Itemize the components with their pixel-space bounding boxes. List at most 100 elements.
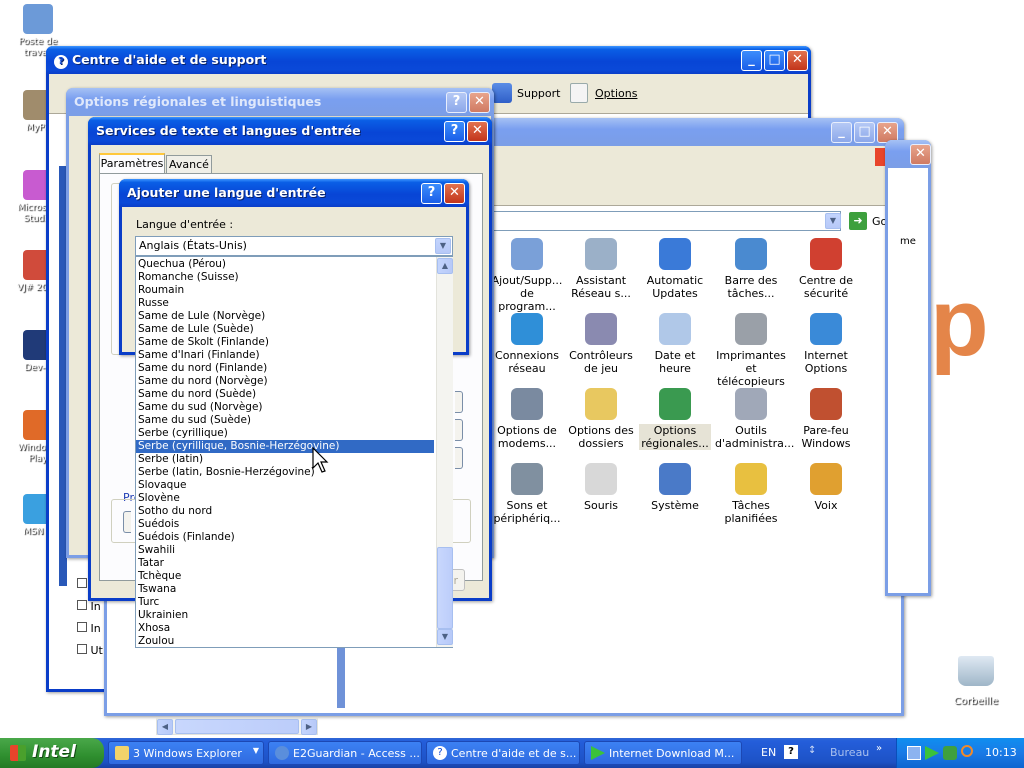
language-indicator[interactable]: EN <box>761 746 776 759</box>
language-option[interactable]: Romanche (Suisse) <box>136 271 434 284</box>
scroll-down-icon[interactable]: ▼ <box>437 629 453 645</box>
taskbar-item-help[interactable]: ? Centre d'aide et de s... <box>426 741 580 765</box>
tab-avance[interactable]: Avancé <box>166 155 212 173</box>
address-bar[interactable] <box>447 211 841 231</box>
scroll-up-icon[interactable]: ▲ <box>437 258 453 274</box>
desktop-toolbar-label[interactable]: Bureau <box>830 746 869 759</box>
language-option[interactable]: Turc <box>136 596 434 609</box>
language-option[interactable]: Slovène <box>136 492 434 505</box>
close-button[interactable]: ✕ <box>469 92 490 113</box>
cp-item[interactable]: Date et heure <box>639 313 711 375</box>
maximize-button[interactable]: □ <box>764 50 785 71</box>
cp-item[interactable]: Tâches planifiées <box>715 463 787 525</box>
language-option[interactable]: Same de Skolt (Finlande) <box>136 336 434 349</box>
cp-item[interactable]: Options régionales... <box>639 388 711 450</box>
language-option[interactable]: Same de Lule (Norvège) <box>136 310 434 323</box>
close-button[interactable]: ✕ <box>467 121 488 142</box>
taskbar-item-explorer[interactable]: 3 Windows Explorer ▼ <box>108 741 264 765</box>
download-tray-icon[interactable] <box>925 746 939 760</box>
start-button[interactable]: Intel <box>0 738 104 768</box>
recycle-bin-icon[interactable] <box>958 656 994 686</box>
language-option[interactable]: Suédois <box>136 518 434 531</box>
language-option[interactable]: Slovaque <box>136 479 434 492</box>
tab-parametres[interactable]: Paramètres <box>99 153 165 173</box>
cp-item[interactable]: Imprimantes et télécopieurs <box>715 313 787 388</box>
help-list-item[interactable]: Ut <box>91 644 103 657</box>
language-option[interactable]: Russe <box>136 297 434 310</box>
cp-item[interactable]: Connexions réseau <box>491 313 563 375</box>
cp-item[interactable]: Centre de sécurité <box>790 238 862 300</box>
language-option[interactable]: Tswana <box>136 583 434 596</box>
cp-item[interactable]: Internet Options <box>790 313 862 375</box>
language-option[interactable]: Serbe (cyrillique, Bosnie-Herzégovine) <box>136 440 434 453</box>
taskbar-item-idm[interactable]: Internet Download M... <box>584 741 742 765</box>
cp-item[interactable]: Options des dossiers <box>565 388 637 450</box>
cp-item[interactable]: Outils d'administra... <box>715 388 794 450</box>
scroll-thumb[interactable] <box>437 547 453 629</box>
address-dropdown-button[interactable]: ▼ <box>825 213 841 229</box>
cp-item[interactable]: Ajout/Supp... de program... <box>491 238 563 313</box>
go-arrow-icon[interactable]: ➜ <box>849 212 867 230</box>
cp-item[interactable]: Options de modems... <box>491 388 563 450</box>
language-option[interactable]: Same du nord (Norvège) <box>136 375 434 388</box>
close-button[interactable]: ✕ <box>787 50 808 71</box>
side-button[interactable] <box>123 511 131 533</box>
language-option[interactable]: Same d'Inari (Finlande) <box>136 349 434 362</box>
language-option[interactable]: Suédois (Finlande) <box>136 531 434 544</box>
language-option[interactable]: Tatar <box>136 557 434 570</box>
combo-dropdown-button[interactable]: ▼ <box>435 238 451 254</box>
language-option[interactable]: Ukrainien <box>136 609 434 622</box>
language-option[interactable]: Sotho du nord <box>136 505 434 518</box>
help-button[interactable]: ? <box>421 183 442 204</box>
language-option[interactable]: Same du nord (Finlande) <box>136 362 434 375</box>
taskbar-item-e2guardian[interactable]: E2Guardian - Access ... <box>268 741 422 765</box>
help-button[interactable]: ? <box>446 92 467 113</box>
help-tray-icon[interactable]: ? <box>784 745 798 759</box>
side-button[interactable] <box>455 391 463 413</box>
maximize-button[interactable]: □ <box>854 122 875 143</box>
language-option[interactable]: Same de Lule (Suède) <box>136 323 434 336</box>
language-option[interactable]: Tchèque <box>136 570 434 583</box>
scroll-right-icon[interactable]: ▶ <box>301 719 317 735</box>
minimize-button[interactable]: _ <box>741 50 762 71</box>
regional-titlebar[interactable]: Options régionales et linguistiques <box>66 88 494 116</box>
help-list-item[interactable]: In <box>91 622 101 635</box>
cp-item[interactable]: Pare-feu Windows <box>790 388 862 450</box>
toolbar-chevron-icon[interactable]: » <box>876 743 882 754</box>
clock[interactable]: 10:13 <box>985 746 1017 759</box>
cp-item[interactable]: Souris <box>565 463 637 512</box>
cp-item[interactable]: Sons et périphériq... <box>491 463 563 525</box>
language-option[interactable]: Roumain <box>136 284 434 297</box>
language-list[interactable]: Quechua (Pérou) Romanche (Suisse) Roumain R… <box>135 256 453 648</box>
support-button[interactable]: Support <box>517 87 560 100</box>
language-option[interactable]: Xhosa <box>136 622 434 635</box>
cp-item[interactable]: Système <box>639 463 711 512</box>
cp-item[interactable]: Automatic Updates <box>639 238 711 300</box>
help-button[interactable]: ? <box>444 121 465 142</box>
text-services-titlebar[interactable]: Services de texte et langues d'entrée <box>88 117 492 145</box>
language-option[interactable]: Same du sud (Suède) <box>136 414 434 427</box>
language-scrollbar[interactable]: ▲ ▼ <box>436 257 453 647</box>
antivirus-icon[interactable] <box>943 746 957 760</box>
network-icon[interactable] <box>907 746 921 760</box>
cp-item[interactable]: Barre des tâches... <box>715 238 787 300</box>
close-button[interactable]: ✕ <box>910 144 931 165</box>
language-option[interactable]: Serbe (cyrillique) <box>136 427 434 440</box>
language-option[interactable]: Quechua (Pérou) <box>136 258 434 271</box>
minimize-button[interactable]: _ <box>831 122 852 143</box>
scroll-thumb[interactable] <box>175 719 299 734</box>
help-list-item[interactable]: In <box>91 600 101 613</box>
language-option[interactable]: Serbe (latin) <box>136 453 434 466</box>
cp-hscrollbar[interactable]: ◀ ▶ <box>156 718 318 735</box>
language-option[interactable]: Same du sud (Norvège) <box>136 401 434 414</box>
help-window-titlebar[interactable]: ? Centre d'aide et de support <box>46 46 811 74</box>
scroll-left-icon[interactable]: ◀ <box>157 719 173 735</box>
search-icon[interactable] <box>961 745 973 757</box>
cp-item[interactable]: Voix <box>790 463 862 512</box>
options-button[interactable]: Options <box>595 87 637 100</box>
tray-arrows-icon[interactable]: ↕ <box>808 745 816 756</box>
side-button[interactable] <box>455 447 463 469</box>
side-button[interactable] <box>455 419 463 441</box>
cp-item[interactable]: Assistant Réseau s... <box>565 238 637 300</box>
language-option[interactable]: Serbe (latin, Bosnie-Herzégovine) <box>136 466 434 479</box>
